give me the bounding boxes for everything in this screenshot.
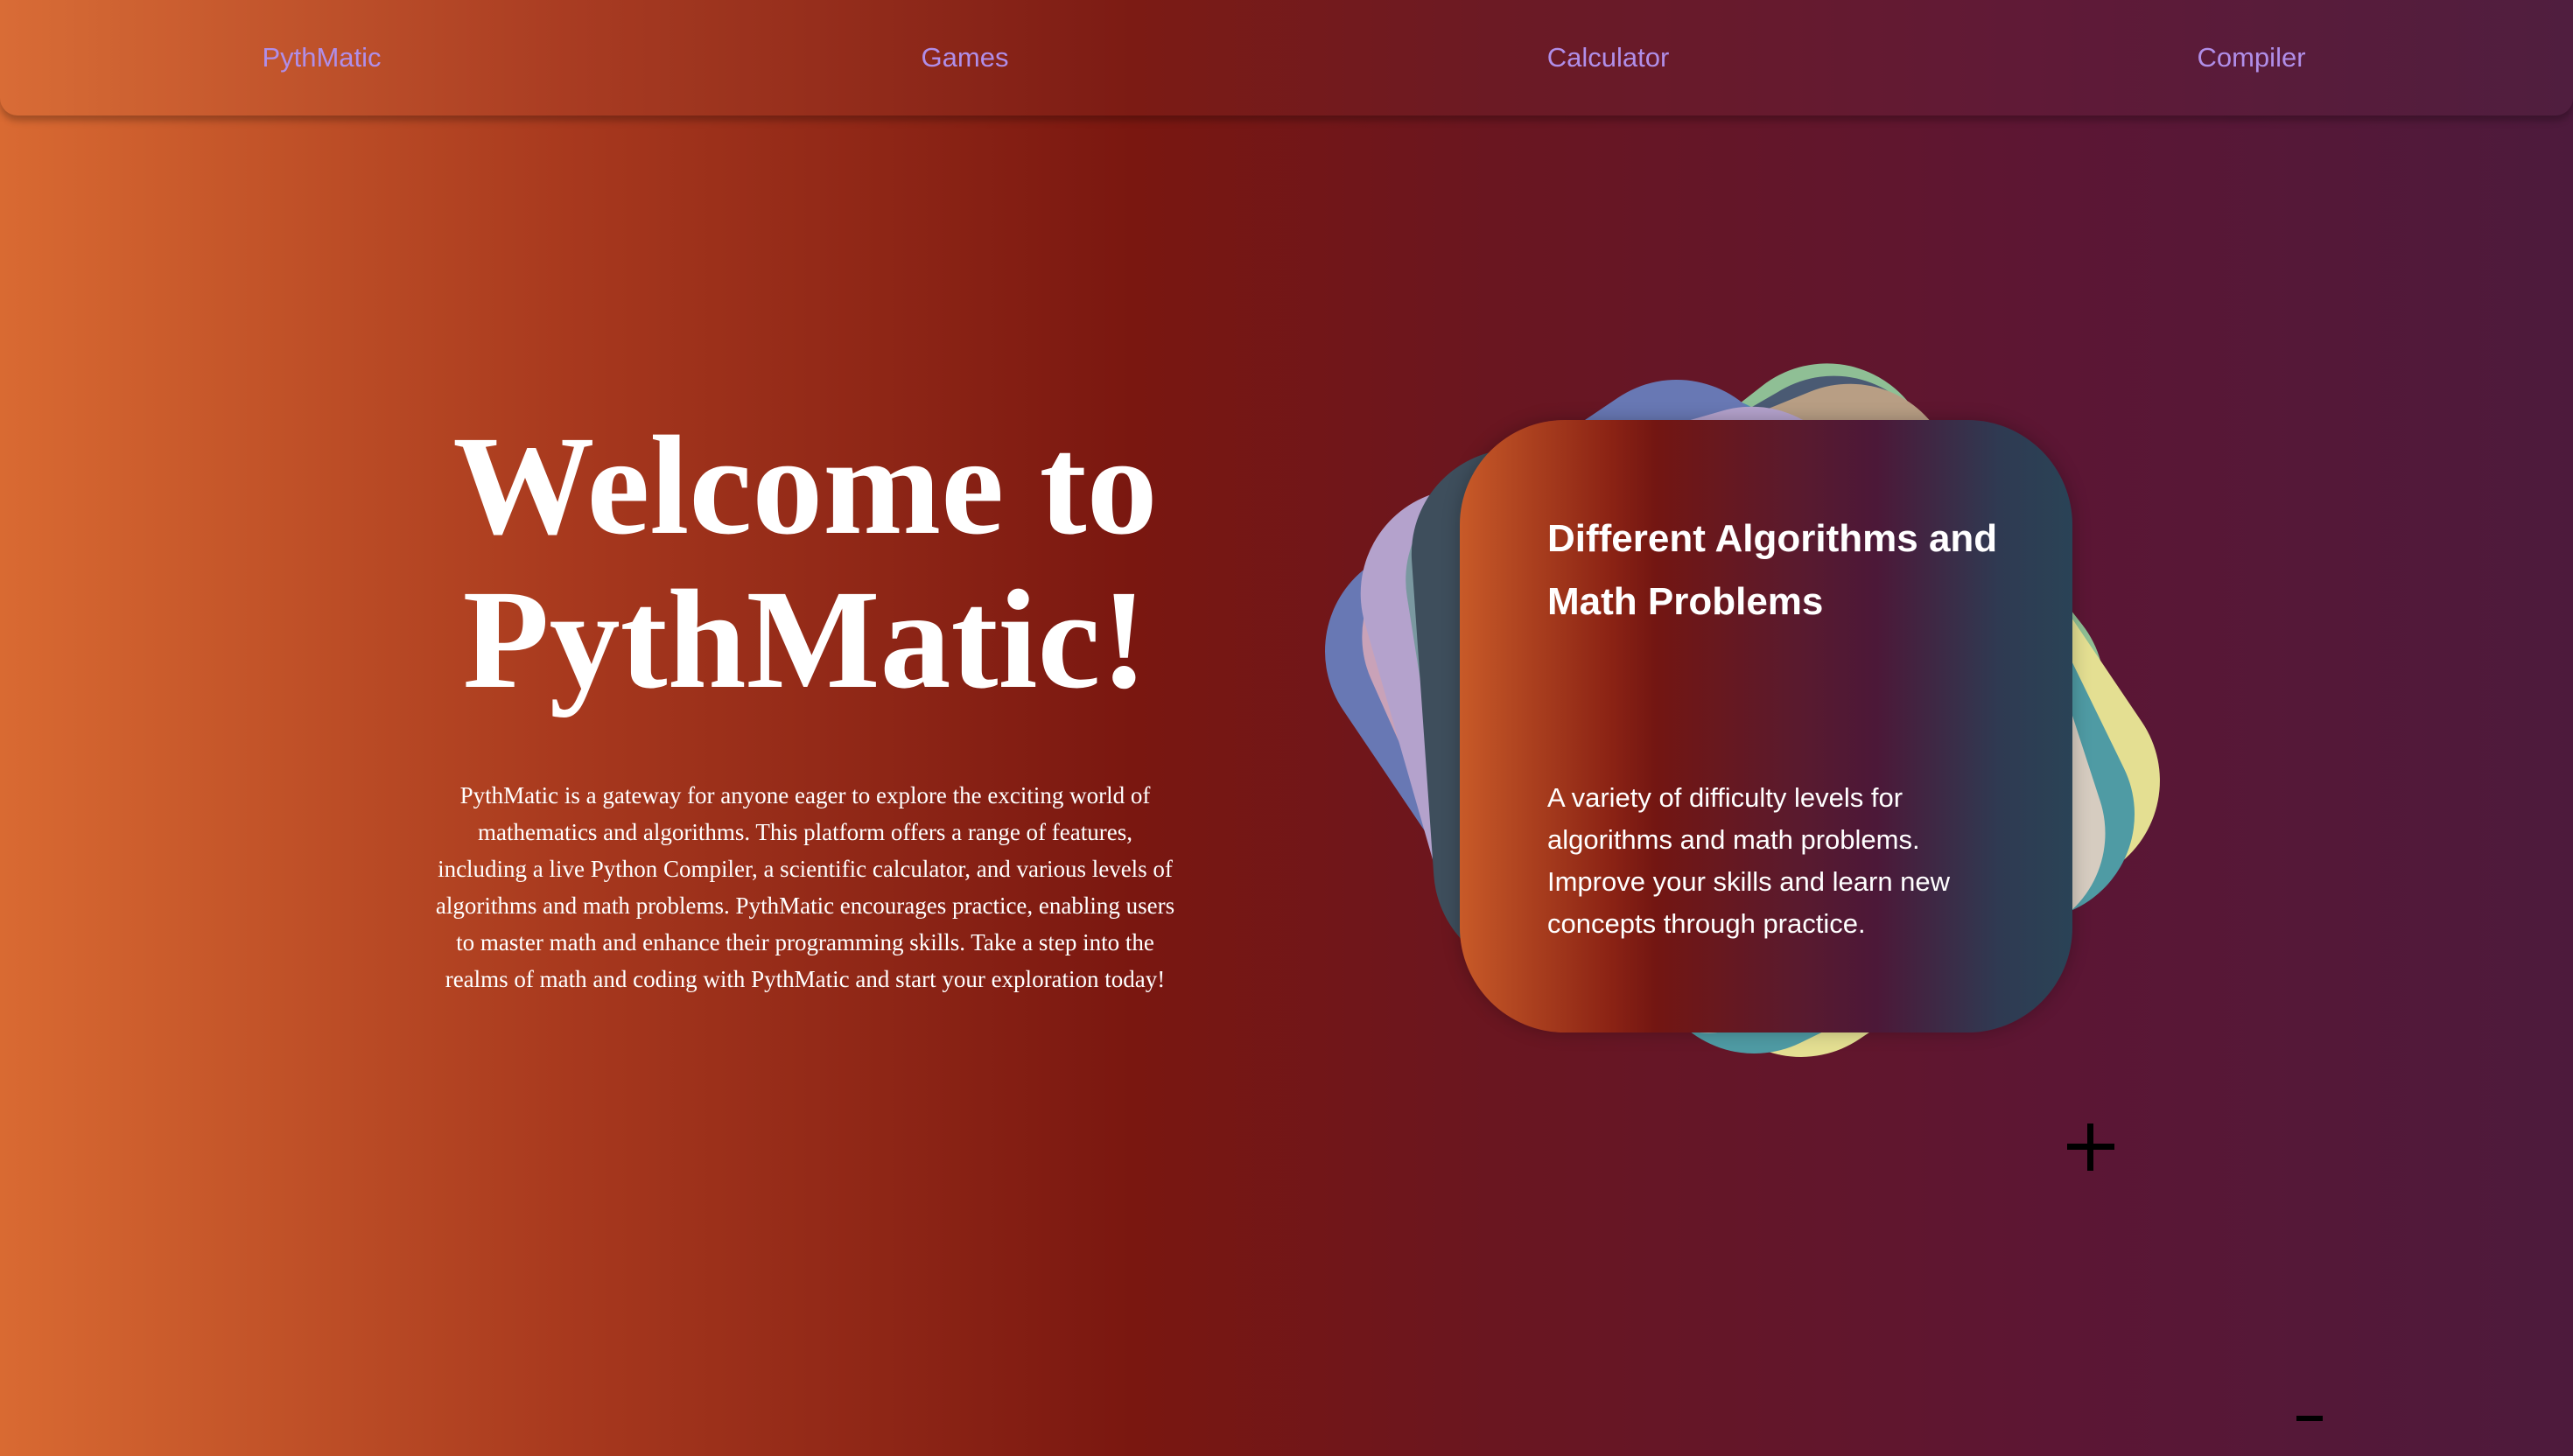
feature-card-title: Different Algorithms and Math Problems	[1547, 517, 1998, 623]
minus-icon[interactable]	[2296, 1405, 2323, 1432]
hero-title: Welcome to PythMatic!	[368, 410, 1243, 718]
hero-title-line1: Welcome to	[452, 408, 1158, 564]
feature-card: Different Algorithms and Math Problems A…	[1460, 420, 2072, 1032]
hero-title-line2: PythMatic!	[462, 562, 1148, 718]
hero-description: PythMatic is a gateway for anyone eager …	[435, 782, 1175, 992]
nav-link-compiler[interactable]: Compiler	[2077, 42, 2427, 74]
plus-icon[interactable]	[2067, 1124, 2114, 1171]
feature-card-text: A variety of difficulty levels for algor…	[1547, 782, 1951, 939]
nav-link-calculator[interactable]: Calculator	[1434, 42, 1784, 74]
top-navbar: PythMatic Games Calculator Compiler	[0, 0, 2573, 116]
nav-link-pythmatic[interactable]: PythMatic	[147, 42, 497, 74]
nav-link-games[interactable]: Games	[790, 42, 1140, 74]
